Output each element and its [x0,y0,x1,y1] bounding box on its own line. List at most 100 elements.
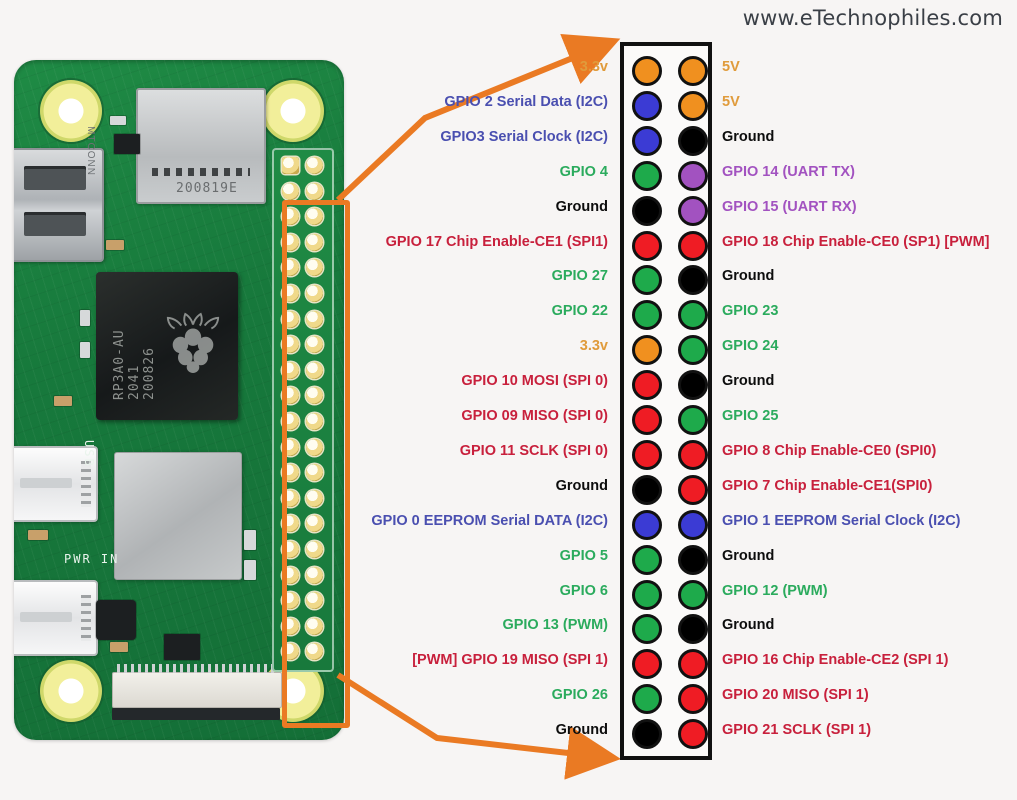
pin-label-right: Ground [722,373,775,390]
pin-label-right: 5V [722,93,740,110]
pin-label-right: Ground [722,128,775,145]
pin-dot-right[interactable] [678,195,708,226]
pin-label-right: GPIO 7 Chip Enable-CE1(SPI0) [722,477,933,494]
pin-dot-right[interactable] [678,439,708,470]
pin-label-left: GPIO 22 [551,303,608,320]
camera-fpc-connector [112,664,282,708]
pin-label-left: GPIO 10 MOSI (SPI 0) [461,373,608,390]
pin-dot-left[interactable] [632,300,662,331]
pin-label-right: Ground [722,617,775,634]
pin-row [624,229,716,263]
pin-dot-left[interactable] [632,230,662,261]
pin-dot-right[interactable] [678,160,708,191]
pin-dot-left[interactable] [632,509,662,540]
pin-label-right: GPIO 1 EEPROM Serial Clock (I2C) [722,512,961,529]
pin-label-right: GPIO 25 [722,408,779,424]
pin-row [624,54,716,88]
pin-dot-right[interactable] [678,125,708,156]
microsd-slot-marking: 200819E [176,181,238,196]
pin-dot-right[interactable] [678,719,708,750]
pin-dot-left[interactable] [632,439,662,470]
pin-row [624,368,716,402]
pin-row [624,717,716,751]
pin-dot-left[interactable] [632,544,662,575]
pin-label-left: GPIO 13 (PWM) [502,617,608,634]
pin-dot-left[interactable] [632,265,662,296]
pin-dot-left[interactable] [632,579,662,610]
pin-row [624,298,716,332]
microsd-card-slot: 200819E [136,88,266,204]
pin-dot-left[interactable] [632,160,662,191]
pin-label-right: 5V [722,59,740,75]
pin-dot-left[interactable] [632,370,662,401]
pin-label-left: Ground [555,722,608,739]
pin-dot-right[interactable] [678,614,708,645]
raspberry-pi-zero-board-photo: MTCONN 200819E RP3A0-AU 2041 200826 USB … [14,60,350,740]
pin-label-right: GPIO 14 (UART TX) [722,163,855,180]
pin-dot-left[interactable] [632,125,662,156]
pin-dot-right[interactable] [678,56,708,86]
pin-dot-left[interactable] [632,684,662,715]
pin-dot-right[interactable] [678,509,708,540]
silkscreen-pwr-in-label: PWR IN [64,552,120,566]
soc-chip: RP3A0-AU 2041 200826 [96,272,238,420]
pin-dot-left[interactable] [632,649,662,680]
pin-label-left: [PWM] GPIO 19 MISO (SPI 1) [412,652,608,669]
pin-dot-left[interactable] [632,474,662,505]
board-gpio-pad [306,157,323,174]
pin-label-left: GPIO 17 Chip Enable-CE1 (SPI1) [385,233,608,250]
pin-label-right: GPIO 15 (UART RX) [722,198,857,215]
pin-dot-left[interactable] [632,405,662,435]
pin-label-right: GPIO 23 [722,303,779,320]
pin-label-left: GPIO 2 Serial Data (I2C) [444,93,608,110]
gpio-header-pin-grid [620,42,712,760]
pin-label-left: Ground [555,477,608,494]
pin-row [624,612,716,646]
gpio-header-highlight-box [282,200,350,728]
pin-label-left: GPIO 0 EEPROM Serial DATA (I2C) [371,512,608,529]
pin-label-left: GPIO 26 [551,687,608,704]
pin-dot-left[interactable] [632,90,662,121]
pin-row [624,508,716,542]
pin-dot-right[interactable] [678,265,708,296]
pin-dot-right[interactable] [678,230,708,261]
pin-dot-right[interactable] [678,90,708,121]
pin-label-right: Ground [722,547,775,564]
pin-label-right: GPIO 16 Chip Enable-CE2 (SPI 1) [722,652,949,669]
mounting-hole-top-right [262,80,324,142]
gpio-pinout-diagram: www.eTechnophiles.com MTCONN 200819E RP3… [0,0,1017,800]
pin-row [624,89,716,123]
pin-dot-right[interactable] [678,649,708,680]
pin-row [624,124,716,158]
pin-label-right: GPIO 18 Chip Enable-CE0 (SP1) [PWM] [722,233,990,250]
pin-label-right: GPIO 24 [722,338,779,355]
pin-row [624,333,716,367]
pin-dot-left[interactable] [632,719,662,750]
pin-dot-left[interactable] [632,56,662,86]
pin-dot-right[interactable] [678,684,708,715]
pin-dot-right[interactable] [678,335,708,366]
pin-dot-right[interactable] [678,474,708,505]
watermark-text: www.eTechnophiles.com [742,6,1003,30]
pin-dot-right[interactable] [678,579,708,610]
pin-row [624,682,716,716]
pin-row [624,473,716,507]
pin-label-left: GPIO3 Serial Clock (I2C) [440,128,608,145]
pin-label-right: GPIO 12 (PWM) [722,582,828,599]
pin-label-right: GPIO 8 Chip Enable-CE0 (SPI0) [722,442,937,459]
pin-dot-left[interactable] [632,335,662,366]
soc-chip-marking: RP3A0-AU 2041 200826 [112,329,157,400]
pin-label-left: GPIO 4 [559,163,608,180]
pin-dot-left[interactable] [632,195,662,226]
pin-label-left: GPIO 11 SCLK (SPI 0) [459,442,608,459]
micro-usb-power-connector [14,580,98,656]
pin-dot-right[interactable] [678,544,708,575]
pin-dot-right[interactable] [678,405,708,435]
pin-label-left: GPIO 09 MISO (SPI 0) [461,408,608,424]
mini-hdmi-connector: MTCONN [14,126,104,262]
pin-dot-right[interactable] [678,300,708,331]
pin-dot-right[interactable] [678,370,708,401]
pin-dot-left[interactable] [632,614,662,645]
pin-label-left: GPIO 6 [559,582,608,599]
camera-connector-edge [112,708,280,720]
